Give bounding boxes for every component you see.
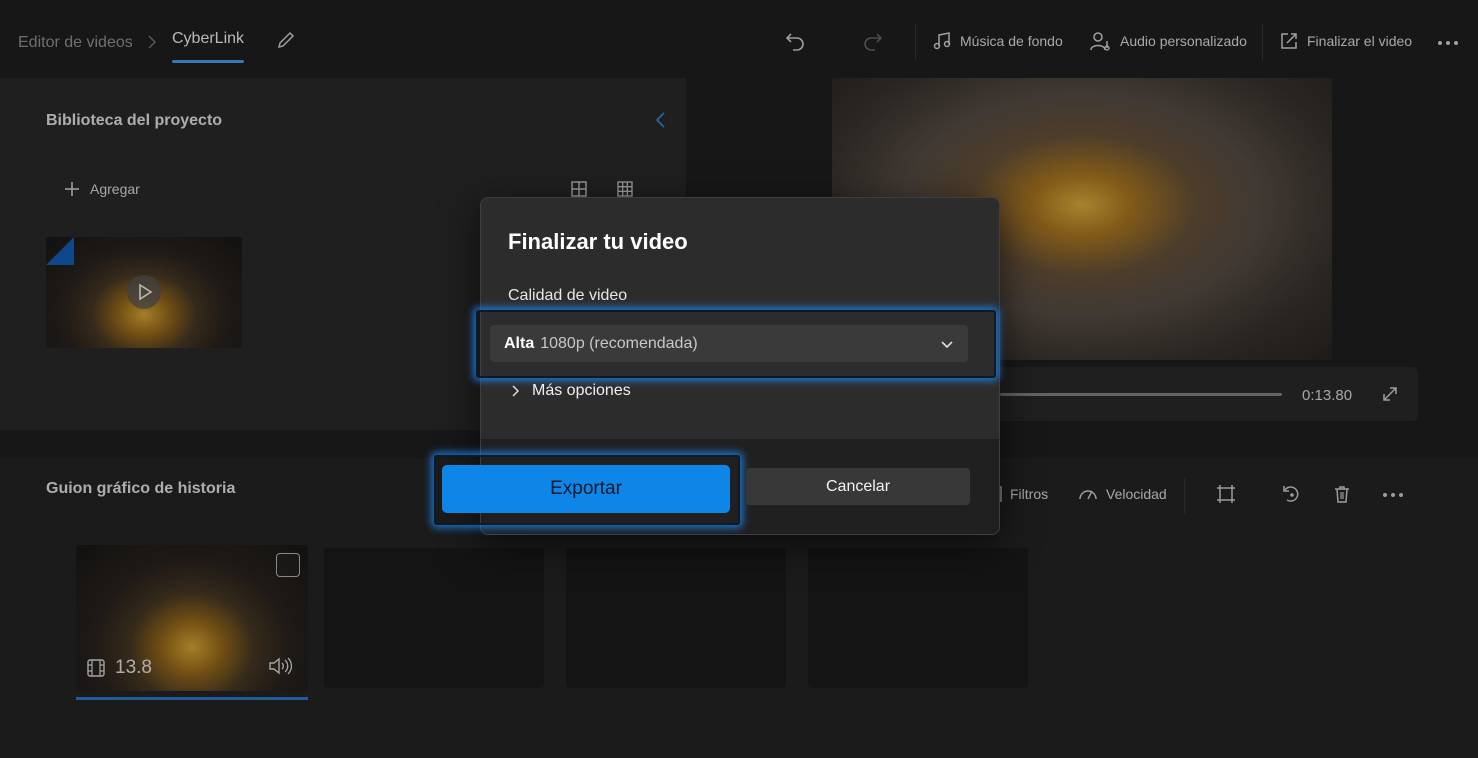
chevron-down-icon [940, 339, 954, 349]
more-options-expander[interactable]: Más opciones [510, 382, 631, 400]
quality-value-bold: Alta [504, 334, 535, 352]
cancel-button[interactable]: Cancelar [746, 468, 970, 505]
video-quality-label: Calidad de video [508, 287, 628, 304]
more-options-label: Más opciones [532, 382, 631, 399]
export-button[interactable]: Exportar [442, 465, 730, 513]
video-quality-select[interactable]: Alta 1080p (recomendada) [490, 325, 968, 362]
quality-value-detail: 1080p (recomendada) [540, 334, 698, 352]
chevron-right-icon [510, 384, 520, 398]
dialog-title: Finalizar tu video [508, 229, 688, 254]
